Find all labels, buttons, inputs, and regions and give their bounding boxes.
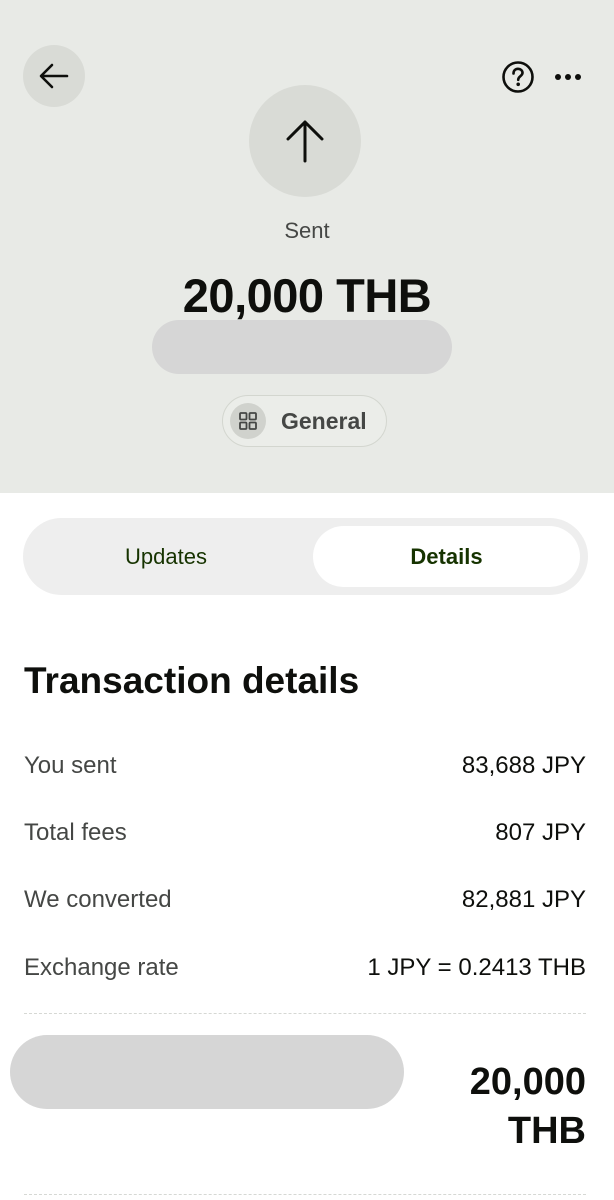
- tab-bar: Updates Details: [23, 518, 588, 595]
- redacted-total-label: [10, 1035, 404, 1109]
- transaction-status: Sent: [284, 218, 330, 243]
- detail-label: We converted: [24, 886, 172, 913]
- section-title: Transaction details: [24, 660, 360, 701]
- detail-value: 82,881 JPY: [461, 886, 586, 913]
- ellipsis-icon: [555, 74, 581, 80]
- detail-value: 1 JPY = 0.2413 THB: [367, 954, 586, 981]
- detail-value: 83,688 JPY: [461, 752, 586, 779]
- transaction-amount: 20,000 THB: [182, 269, 432, 322]
- detail-row-we-converted: We converted 82,881 JPY: [24, 880, 586, 920]
- detail-row-exchange-rate: Exchange rate 1 JPY = 0.2413 THB: [24, 948, 586, 988]
- total-amount-value: 20,000: [469, 1061, 586, 1103]
- detail-label: Total fees: [24, 819, 127, 846]
- question-circle-icon: [502, 61, 534, 93]
- category-label: General: [281, 407, 367, 434]
- divider: [24, 1013, 586, 1014]
- detail-value: 807 JPY: [495, 819, 586, 846]
- transfer-direction-badge: [249, 85, 361, 197]
- detail-row-total-fees: Total fees 807 JPY: [24, 813, 586, 853]
- more-options-button[interactable]: [552, 59, 584, 95]
- arrow-left-icon: [39, 63, 69, 89]
- detail-label: Exchange rate: [24, 954, 179, 981]
- detail-label: You sent: [24, 752, 117, 779]
- arrow-up-icon: [286, 120, 324, 163]
- tab-details[interactable]: Details: [313, 526, 580, 587]
- category-chip[interactable]: General: [222, 395, 387, 447]
- total-received: 20,000 THB: [470, 1058, 586, 1156]
- category-icon-wrapper: [230, 403, 266, 439]
- tab-updates[interactable]: Updates: [31, 526, 301, 587]
- divider: [24, 1194, 586, 1195]
- detail-row-you-sent: You sent 83,688 JPY: [24, 746, 586, 786]
- redacted-recipient: [152, 320, 452, 374]
- help-button[interactable]: [500, 59, 536, 95]
- transaction-header: Sent 20,000 THB General: [0, 0, 614, 493]
- back-button[interactable]: [23, 45, 85, 107]
- grid-icon: [239, 412, 257, 430]
- total-amount-currency: THB: [507, 1110, 586, 1152]
